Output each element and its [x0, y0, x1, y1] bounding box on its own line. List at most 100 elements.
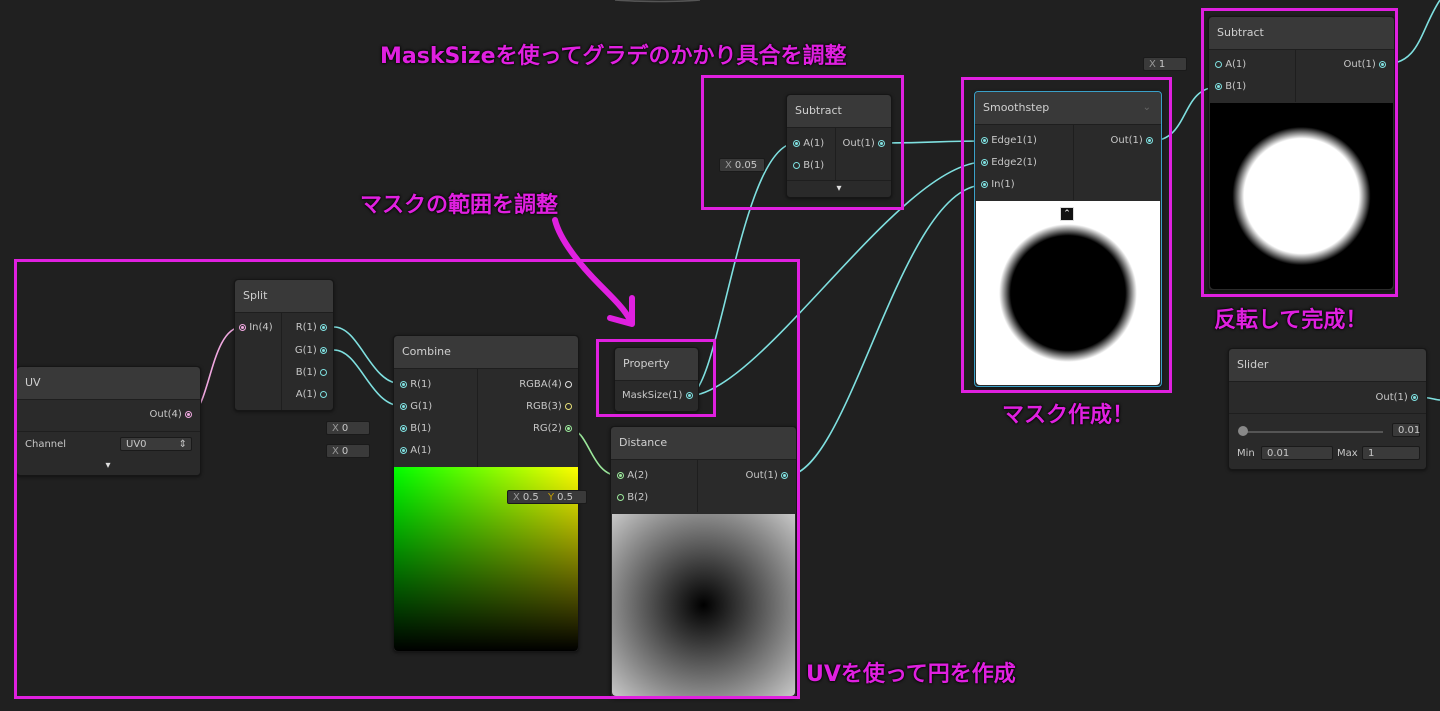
slider-max-field[interactable]: 1: [1362, 446, 1420, 460]
property-out-port[interactable]: MaskSize(1): [622, 389, 693, 403]
combine-in-a-label: A(1): [410, 445, 432, 456]
subtract2-in-b[interactable]: B(1): [1215, 80, 1246, 94]
port-icon[interactable]: [400, 380, 407, 388]
distance-in-a[interactable]: A(2): [617, 469, 648, 483]
smoothstep-in-in[interactable]: In(1): [981, 178, 1015, 192]
port-icon[interactable]: [1215, 82, 1222, 90]
port-icon[interactable]: [1411, 393, 1418, 401]
subtract1-in-a[interactable]: A(1): [793, 137, 824, 151]
split-out-a[interactable]: A(1): [296, 388, 327, 402]
smoothstep-out-port[interactable]: Out(1): [1111, 134, 1153, 148]
distance-in-b[interactable]: B(2): [617, 491, 648, 505]
subtract2-in-a[interactable]: A(1): [1215, 58, 1246, 72]
slider-handle[interactable]: [1238, 426, 1248, 436]
slider-out-port[interactable]: Out(1): [1376, 391, 1418, 405]
port-icon[interactable]: [617, 471, 624, 479]
subtract2-a-value: 1: [1158, 59, 1166, 70]
uv-channel-dropdown[interactable]: UV0 ⇕: [120, 437, 192, 451]
port-icon[interactable]: [320, 323, 327, 331]
port-icon[interactable]: [981, 136, 988, 144]
wire-distance-in: [785, 184, 985, 477]
combine-out-rgba[interactable]: RGBA(4): [519, 378, 572, 392]
smoothstep-node[interactable]: Smoothstep ⌄ Edge1(1) Edge2(1) In(1) Out…: [974, 91, 1162, 387]
chevron-down-icon[interactable]: ▾: [833, 184, 845, 194]
subtract1-out-port[interactable]: Out(1): [843, 137, 885, 151]
subtract-node-2[interactable]: Subtract A(1) B(1) Out(1): [1208, 16, 1395, 291]
distance-node[interactable]: Distance A(2) B(2) Out(1): [610, 426, 797, 698]
subtract1-out-label: Out(1): [842, 138, 875, 149]
subtract-node-1[interactable]: Subtract A(1) B(1) Out(1) ▾: [786, 94, 892, 198]
combine-out-rg-label: RG(2): [532, 423, 562, 434]
port-icon[interactable]: [1215, 60, 1222, 68]
port-icon[interactable]: [320, 346, 327, 354]
split-out-b[interactable]: B(1): [296, 366, 327, 380]
subtract2-node-title: Subtract: [1209, 17, 1394, 50]
split-out-g-label: G(1): [294, 345, 317, 356]
combine-in-g[interactable]: G(1): [400, 400, 432, 414]
subtract1-node-title: Subtract: [787, 95, 891, 128]
split-node[interactable]: Split In(4) R(1) G(1) B(1) A(1): [234, 279, 334, 411]
split-in-port[interactable]: In(4): [239, 321, 273, 335]
uv-out-icon[interactable]: [185, 410, 192, 418]
port-icon[interactable]: [565, 424, 572, 432]
combine-node-title: Combine: [394, 336, 578, 369]
port-icon[interactable]: [400, 402, 407, 410]
combine-a-field[interactable]: X0: [326, 444, 370, 458]
port-icon[interactable]: [320, 368, 327, 376]
subtract2-out-port[interactable]: Out(1): [1344, 58, 1386, 72]
port-icon[interactable]: [981, 158, 988, 166]
port-icon[interactable]: [1146, 136, 1153, 144]
uv-out-port[interactable]: Out(4): [150, 408, 192, 422]
combine-in-r-label: R(1): [410, 379, 432, 390]
port-icon[interactable]: [400, 424, 407, 432]
combine-b-field[interactable]: X0: [326, 421, 370, 435]
subtract1-b-field[interactable]: X 0.05: [719, 158, 765, 172]
split-in-icon[interactable]: [239, 323, 246, 331]
slider-min-field[interactable]: 0.01: [1261, 446, 1333, 460]
combine-in-r[interactable]: R(1): [400, 378, 431, 392]
smoothstep-in-edge1[interactable]: Edge1(1): [981, 134, 1037, 148]
x-label: X: [332, 423, 339, 434]
distance-out-port[interactable]: Out(1): [746, 469, 788, 483]
port-icon[interactable]: [793, 139, 800, 147]
split-out-r-label: R(1): [295, 322, 317, 333]
wire-masksize-subtract: [687, 142, 797, 397]
distance-b-field[interactable]: X 0.5 Y 0.5: [507, 490, 587, 504]
combine-a-value: 0: [341, 446, 349, 457]
port-icon[interactable]: [565, 380, 572, 388]
split-out-b-label: B(1): [295, 367, 317, 378]
combine-out-rg[interactable]: RG(2): [533, 422, 572, 436]
collapse-icon[interactable]: ⌄: [1143, 102, 1151, 113]
combine-b-value: 0: [341, 423, 349, 434]
slider-node[interactable]: Slider Out(1) 0.01 Min 0.01 Max 1: [1228, 348, 1427, 470]
subtract1-in-b[interactable]: B(1): [793, 159, 824, 173]
property-node[interactable]: Property MaskSize(1): [614, 347, 699, 412]
port-icon[interactable]: [565, 402, 572, 410]
port-icon[interactable]: [878, 139, 885, 147]
port-icon[interactable]: [1379, 60, 1386, 68]
combine-in-a[interactable]: A(1): [400, 444, 431, 458]
subtract2-preview: [1210, 103, 1393, 289]
distance-b-y-value: 0.5: [557, 492, 573, 503]
property-node-title: Property: [615, 348, 698, 381]
slider-min-label: Min: [1237, 448, 1255, 459]
port-icon[interactable]: [781, 471, 788, 479]
port-icon[interactable]: [320, 390, 327, 398]
port-icon[interactable]: [685, 391, 693, 399]
combine-in-b[interactable]: B(1): [400, 422, 431, 436]
split-out-r[interactable]: R(1): [296, 321, 327, 335]
chevron-down-icon[interactable]: ▾: [102, 461, 114, 471]
smoothstep-in-edge2[interactable]: Edge2(1): [981, 156, 1037, 170]
combine-out-rgb[interactable]: RGB(3): [526, 400, 572, 414]
port-icon[interactable]: [793, 161, 800, 169]
uv-node[interactable]: UV Out(4) Channel UV0 ⇕ ▾: [16, 366, 201, 476]
subtract2-a-field[interactable]: X1: [1143, 57, 1187, 71]
port-icon[interactable]: [981, 180, 988, 188]
port-icon[interactable]: [617, 493, 624, 501]
subtract2-in-b-label: B(1): [1225, 81, 1247, 92]
chevron-up-icon[interactable]: ⌃: [1060, 207, 1074, 221]
port-icon[interactable]: [400, 446, 407, 454]
slider-track[interactable]: [1243, 431, 1383, 433]
split-out-g[interactable]: G(1): [295, 344, 327, 358]
slider-value-field[interactable]: 0.01: [1392, 423, 1420, 437]
